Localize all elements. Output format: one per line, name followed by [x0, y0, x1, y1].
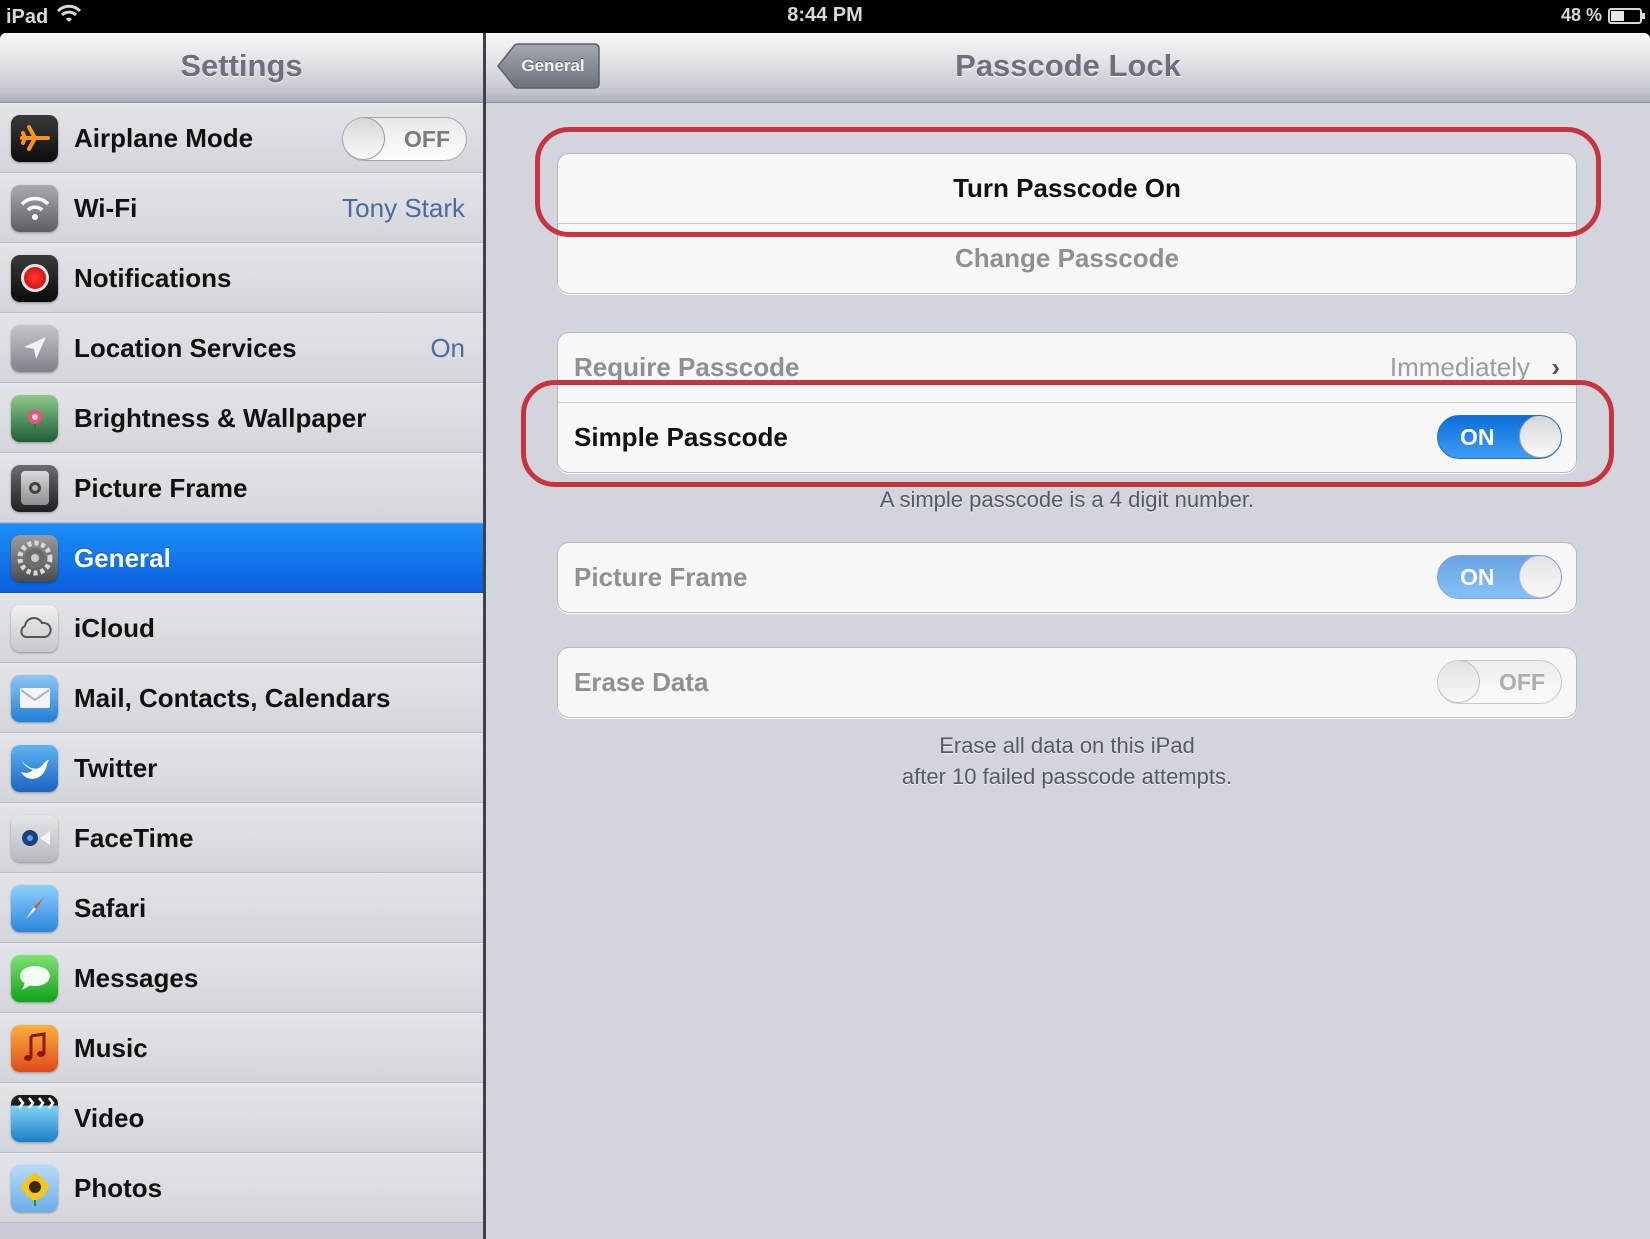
toggle-knob	[1519, 416, 1561, 458]
sidebar-item-music[interactable]: Music	[0, 1013, 483, 1083]
toggle-state: ON	[1460, 423, 1495, 450]
sidebar-item-label: Twitter	[74, 752, 158, 783]
battery-icon	[1608, 7, 1645, 24]
detail-navbar: General Passcode Lock	[486, 33, 1650, 103]
sidebar-item-video[interactable]: Video	[0, 1083, 483, 1153]
sidebar-item-label: Messages	[74, 962, 199, 993]
sidebar-navbar: Settings	[0, 33, 483, 103]
toggle-state: OFF	[404, 125, 450, 152]
erase-footnote-line-2: after 10 failed passcode attempts.	[901, 764, 1233, 789]
airplane-mode-toggle[interactable]: OFF	[342, 117, 467, 161]
require-passcode-value: Immediately	[1389, 352, 1530, 382]
toggle-knob	[343, 118, 385, 160]
sidebar-item-label: Notifications	[74, 262, 232, 293]
passcode-actions-group: Turn Passcode On Change Passcode	[557, 153, 1577, 294]
simple-passcode-footnote: A simple passcode is a 4 digit number.	[879, 487, 1255, 512]
toggle-knob	[1519, 556, 1561, 598]
sidebar-item-label: Mail, Contacts, Calendars	[74, 682, 391, 713]
sidebar-item-location-services[interactable]: Location Services On	[0, 313, 483, 383]
airplane-icon	[11, 114, 58, 162]
battery-percent: 48 %	[1560, 5, 1602, 25]
compass-icon	[11, 884, 58, 932]
erase-data-toggle: OFF	[1437, 660, 1562, 704]
turn-passcode-on-label: Turn Passcode On	[953, 173, 1181, 203]
sunflower-icon	[11, 1164, 58, 1212]
music-note-icon	[11, 1024, 58, 1072]
sidebar-item-safari[interactable]: Safari	[0, 873, 483, 943]
toggle-state: ON	[1460, 563, 1495, 590]
picture-frame-icon	[11, 464, 58, 512]
chevron-right-icon: ›	[1551, 352, 1560, 382]
sidebar-item-general[interactable]: General	[0, 523, 483, 593]
erase-data-label: Erase Data	[574, 667, 709, 697]
clock: 8:44 PM	[787, 4, 863, 26]
clapperboard-icon	[11, 1094, 58, 1142]
require-passcode-label: Require Passcode	[574, 352, 800, 382]
wifi-icon	[11, 184, 58, 232]
erase-data-row: Erase Data OFF	[558, 648, 1576, 717]
brightness-wallpaper-icon	[11, 394, 58, 442]
toggle-knob	[1438, 661, 1480, 703]
sidebar-item-label: iCloud	[74, 612, 155, 643]
sidebar-item-label: FaceTime	[74, 822, 194, 853]
erase-footnote-line-1: Erase all data on this iPad	[939, 733, 1195, 758]
location-icon	[11, 324, 58, 372]
toggle-state: OFF	[1499, 668, 1545, 695]
simple-passcode-row: Simple Passcode ON	[558, 402, 1576, 472]
sidebar-item-label: Brightness & Wallpaper	[74, 402, 367, 433]
change-passcode-button: Change Passcode	[558, 223, 1576, 293]
picture-frame-label: Picture Frame	[574, 562, 748, 592]
sidebar-item-photos[interactable]: Photos	[0, 1153, 483, 1223]
cloud-icon	[11, 604, 58, 652]
sidebar-item-facetime[interactable]: FaceTime	[0, 803, 483, 873]
sidebar-item-wifi[interactable]: Wi-Fi Tony Stark	[0, 173, 483, 243]
settings-sidebar: Settings Airplane Mode OFF Wi-Fi Tony St…	[0, 33, 483, 1239]
sidebar-item-label: Wi-Fi	[74, 192, 138, 223]
picture-frame-row: Picture Frame ON	[558, 543, 1576, 612]
sidebar-item-messages[interactable]: Messages	[0, 943, 483, 1013]
sidebar-item-label: Music	[74, 1032, 148, 1063]
sidebar-item-brightness-wallpaper[interactable]: Brightness & Wallpaper	[0, 383, 483, 453]
sidebar-item-label: Location Services	[74, 332, 297, 363]
wifi-network-value: Tony Stark	[342, 192, 465, 223]
facetime-camera-icon	[11, 814, 58, 862]
sidebar-title: Settings	[180, 48, 303, 83]
sidebar-item-twitter[interactable]: Twitter	[0, 733, 483, 803]
status-bar: iPad 8:44 PM 48 %	[0, 0, 1650, 33]
passcode-lock-pane: General Passcode Lock Turn Passcode On C…	[486, 33, 1650, 1239]
notifications-icon	[11, 254, 58, 302]
sidebar-item-mail-contacts-calendars[interactable]: Mail, Contacts, Calendars	[0, 663, 483, 733]
require-passcode-row: Require Passcode Immediately ›	[558, 333, 1576, 402]
sidebar-item-label: Picture Frame	[74, 472, 248, 503]
battery-level	[1611, 10, 1625, 21]
sidebar-item-notifications[interactable]: Notifications	[0, 243, 483, 313]
speech-bubble-icon	[11, 954, 58, 1002]
picture-frame-toggle: ON	[1437, 555, 1562, 599]
passcode-options-group: Require Passcode Immediately › Simple Pa…	[557, 332, 1577, 473]
sidebar-item-label: Safari	[74, 892, 147, 923]
sidebar-item-picture-frame[interactable]: Picture Frame	[0, 453, 483, 523]
location-services-value: On	[430, 332, 465, 363]
sidebar-item-label: Photos	[74, 1172, 163, 1203]
erase-data-group: Erase Data OFF	[557, 647, 1577, 718]
simple-passcode-label: Simple Passcode	[574, 422, 788, 452]
picture-frame-group: Picture Frame ON	[557, 542, 1577, 613]
page-title: Passcode Lock	[955, 48, 1181, 83]
sidebar-item-label: General	[74, 542, 171, 573]
gear-icon	[11, 534, 58, 582]
sidebar-item-label: Video	[74, 1102, 145, 1133]
twitter-bird-icon	[11, 744, 58, 792]
sidebar-item-airplane-mode[interactable]: Airplane Mode OFF	[0, 103, 483, 173]
mail-icon	[11, 674, 58, 722]
erase-data-footnote: Erase all data on this iPad after 10 fai…	[557, 730, 1577, 792]
change-passcode-label: Change Passcode	[955, 243, 1179, 273]
sidebar-item-icloud[interactable]: iCloud	[0, 593, 483, 663]
sidebar-item-label: Airplane Mode	[74, 122, 254, 153]
simple-passcode-toggle[interactable]: ON	[1437, 415, 1562, 459]
settings-list: Airplane Mode OFF Wi-Fi Tony Stark Notif…	[0, 103, 483, 1223]
turn-passcode-on-button[interactable]: Turn Passcode On	[558, 154, 1576, 223]
